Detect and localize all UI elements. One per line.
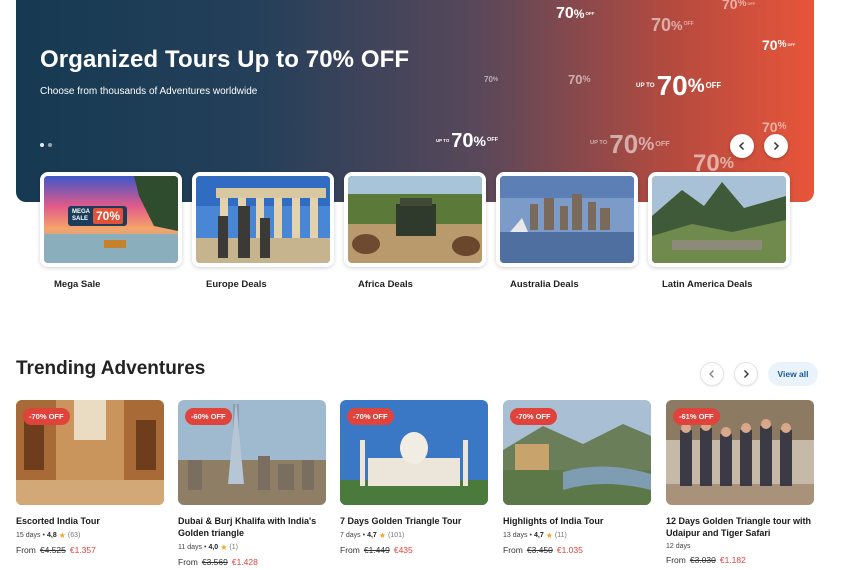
- section-title-trending: Trending Adventures: [16, 358, 206, 379]
- old-price: €3.569: [201, 557, 228, 567]
- review-count: (11): [554, 532, 567, 539]
- tour-price: From €3.569 €1.428: [178, 557, 258, 567]
- deal-label: Latin America Deals: [662, 279, 753, 290]
- promo-stamp: 70% OFF: [556, 5, 595, 22]
- star-icon: ★: [545, 531, 553, 540]
- promo-stamp: 70%: [568, 72, 591, 87]
- old-price: €1.449: [363, 545, 390, 555]
- tour-price: From €3.030 €1.182: [666, 555, 746, 565]
- deal-card-africa[interactable]: Africa Deals: [344, 172, 486, 290]
- deal-image: [192, 172, 334, 267]
- carousel-dots: [40, 143, 52, 147]
- deal-label: Europe Deals: [206, 279, 267, 290]
- promo-stamp: UP TO 70% OFF: [590, 129, 670, 159]
- tour-duration: 11 days: [178, 544, 202, 551]
- tour-price: From €3.450 €1.035: [503, 545, 583, 555]
- promo-stamp: 70%: [484, 75, 499, 84]
- discount-badge: -61% OFF: [673, 408, 720, 425]
- hero-prev-button[interactable]: [730, 134, 754, 158]
- review-count: (63): [67, 532, 81, 539]
- star-icon: ★: [378, 531, 386, 540]
- tour-card[interactable]: -70% OFF Escorted India Tour 15 days • 4,…: [16, 400, 164, 555]
- deal-image: [496, 172, 638, 267]
- tour-card[interactable]: -70% OFF Highlights of India Tour 13 day…: [503, 400, 651, 555]
- new-price: €435: [393, 545, 413, 555]
- trending-prev-button[interactable]: [700, 362, 724, 386]
- review-count: (101): [387, 532, 405, 539]
- tour-duration: 7 days: [340, 532, 361, 539]
- deal-label: Africa Deals: [358, 279, 413, 290]
- tour-image: -60% OFF: [178, 400, 326, 505]
- tour-price: From €1.449 €435: [340, 545, 413, 555]
- tour-duration: 12 days: [666, 543, 691, 550]
- hero-subtitle: Choose from thousands of Adventures worl…: [40, 86, 258, 97]
- new-price: €1.035: [556, 545, 583, 555]
- hero-next-button[interactable]: [764, 134, 788, 158]
- tour-image: -70% OFF: [340, 400, 488, 505]
- chevron-right-icon: [773, 141, 780, 151]
- promo-stamp: UP TO 70% OFF: [436, 130, 499, 152]
- chevron-left-icon: [738, 141, 745, 151]
- carousel-dot[interactable]: [40, 143, 44, 147]
- tour-title[interactable]: 12 Days Golden Triangle tour with Udaipu…: [666, 515, 814, 539]
- discount-badge: -60% OFF: [185, 408, 232, 425]
- old-price: €4.525: [39, 545, 66, 555]
- promo-stamp: 70% OFF: [722, 0, 756, 12]
- tour-rating: 4,8: [46, 532, 57, 539]
- tour-meta: 7 days • 4,7 ★ (101): [340, 531, 405, 540]
- view-all-button[interactable]: View all: [768, 362, 818, 386]
- mega-sale-overlay: MEGA SALE 70%: [68, 206, 128, 226]
- tour-image: -70% OFF: [503, 400, 651, 505]
- deal-image: [648, 172, 790, 267]
- old-price: €3.030: [689, 555, 716, 565]
- discount-badge: -70% OFF: [510, 408, 557, 425]
- new-price: €1.428: [231, 557, 258, 567]
- tour-title[interactable]: Highlights of India Tour: [503, 515, 651, 527]
- promo-stamp: 70%: [762, 119, 787, 135]
- discount-badge: -70% OFF: [347, 408, 394, 425]
- hero-title: Organized Tours Up to 70% OFF: [40, 46, 410, 73]
- tour-image: -70% OFF: [16, 400, 164, 505]
- tour-rating: 4,7: [533, 532, 544, 539]
- tour-title[interactable]: Dubai & Burj Khalifa with India's Golden…: [178, 515, 326, 539]
- tour-card[interactable]: -60% OFF Dubai & Burj Khalifa with India…: [178, 400, 326, 567]
- chevron-right-icon: [744, 370, 749, 378]
- review-count: (1): [229, 544, 238, 551]
- tour-rating: 4,7: [367, 532, 377, 539]
- tour-card[interactable]: -61% OFF 12 Days Golden Triangle tour wi…: [666, 400, 814, 565]
- promo-stamp: UP TO 70% OFF: [636, 70, 722, 101]
- star-icon: ★: [220, 543, 228, 552]
- tour-meta: 12 days: [666, 543, 814, 550]
- chevron-left-icon: [709, 370, 714, 378]
- tour-title[interactable]: 7 Days Golden Triangle Tour: [340, 515, 488, 527]
- tour-price: From €4.525 €1.357: [16, 545, 96, 555]
- deal-card-latin-america[interactable]: Latin America Deals: [648, 172, 790, 290]
- tour-meta: 15 days • 4,8 ★ (63): [16, 531, 81, 540]
- deal-label: Mega Sale: [54, 279, 101, 290]
- tour-meta: 11 days • 4,0 ★ (1): [178, 543, 238, 552]
- deal-card-europe[interactable]: Europe Deals: [192, 172, 334, 290]
- tour-card[interactable]: -70% OFF 7 Days Golden Triangle Tour 7 d…: [340, 400, 488, 555]
- deal-label: Australia Deals: [510, 279, 579, 290]
- tour-duration: 13 days: [503, 532, 528, 539]
- new-price: €1.357: [69, 545, 96, 555]
- carousel-dot[interactable]: [48, 143, 52, 147]
- new-price: €1.182: [719, 555, 746, 565]
- tour-meta: 13 days • 4,7 ★ (11): [503, 531, 567, 540]
- trending-next-button[interactable]: [734, 362, 758, 386]
- tour-duration: 15 days: [16, 532, 41, 539]
- discount-badge: -70% OFF: [23, 408, 70, 425]
- promo-stamp: 70% OFF: [762, 37, 796, 53]
- deal-card-mega-sale[interactable]: MEGA SALE 70% Mega Sale: [40, 172, 182, 290]
- deal-image: MEGA SALE 70%: [40, 172, 182, 267]
- old-price: €3.450: [526, 545, 553, 555]
- tour-image: -61% OFF: [666, 400, 814, 505]
- tour-rating: 4,0: [208, 544, 219, 551]
- tour-title[interactable]: Escorted India Tour: [16, 515, 164, 527]
- deal-image: [344, 172, 486, 267]
- promo-stamp: 70% OFF: [651, 15, 694, 35]
- deal-card-australia[interactable]: Australia Deals: [496, 172, 638, 290]
- star-icon: ★: [58, 531, 66, 540]
